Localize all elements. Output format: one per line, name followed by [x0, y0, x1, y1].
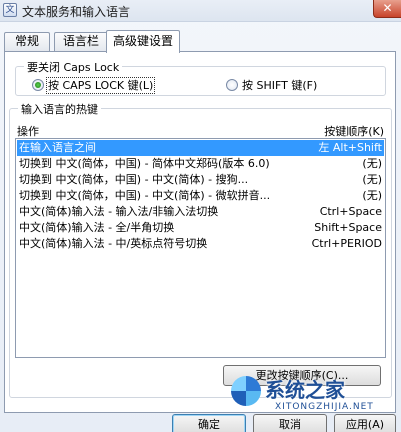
list-item[interactable]: 在输入语言之间 左 Alt+Shift [17, 140, 384, 156]
tab-panel: 要关闭 Caps Lock 按 CAPS LOCK 键(L) 按 SHIFT 键… [4, 51, 396, 413]
watermark-logo-icon [231, 376, 261, 406]
list-item[interactable]: 中文(简体)输入法 - 全/半角切换 Shift+Space [17, 220, 384, 236]
app-icon: 文 [3, 3, 17, 17]
row-keys: (无) [362, 157, 382, 170]
row-action: 切换到 中文(简体，中国) - 中文(简体) - 搜狗... [19, 173, 249, 186]
row-keys: Ctrl+PERIOD [311, 237, 382, 250]
caps-lock-option[interactable]: 按 CAPS LOCK 键(L) [32, 77, 156, 94]
column-key-sequence: 按键顺序(K) [324, 125, 384, 138]
watermark-text: 系统之家 [265, 378, 345, 402]
list-item[interactable]: 中文(简体)输入法 - 中/英标点符号切换 Ctrl+PERIOD [17, 236, 384, 252]
list-item[interactable]: 切换到 中文(简体，中国) - 中文(简体) - 微软拼音... (无) [17, 188, 384, 204]
row-action: 中文(简体)输入法 - 全/半角切换 [19, 221, 175, 234]
tab-strip: 常规 语言栏 高级键设置 [4, 30, 399, 53]
list-item[interactable]: 切换到 中文(简体，中国) - 简体中文郑码(版本 6.0) (无) [17, 156, 384, 172]
row-action: 在输入语言之间 [19, 141, 96, 154]
shift-key-option[interactable]: 按 SHIFT 键(F) [226, 77, 317, 93]
title-bar[interactable]: 文 文本服务和输入语言 ✕ [0, 0, 401, 22]
row-keys: Shift+Space [314, 221, 382, 234]
row-keys: (无) [362, 189, 382, 202]
row-keys: (无) [362, 173, 382, 186]
caps-lock-legend: 要关闭 Caps Lock [24, 59, 123, 75]
row-keys: Ctrl+Space [319, 205, 382, 218]
tab-language-bar[interactable]: 语言栏 [54, 32, 108, 51]
tab-general[interactable]: 常规 [4, 32, 50, 51]
shift-key-option-label: 按 SHIFT 键(F) [242, 79, 318, 92]
row-action: 中文(简体)输入法 - 中/英标点符号切换 [19, 237, 208, 250]
radio-checked-icon [32, 79, 44, 91]
watermark-subtext: XITONGZHIJIA.NET [275, 402, 374, 412]
row-keys: 左 Alt+Shift [318, 141, 382, 154]
list-item[interactable]: 切换到 中文(简体，中国) - 中文(简体) - 搜狗... (无) [17, 172, 384, 188]
column-action: 操作 [17, 125, 39, 138]
tab-advanced-key-settings[interactable]: 高级键设置 [106, 30, 180, 53]
dialog-window: 文 文本服务和输入语言 ✕ 常规 语言栏 高级键设置 要关闭 Caps Lock… [0, 0, 401, 432]
radio-unchecked-icon [226, 79, 238, 91]
caps-lock-group: 要关闭 Caps Lock 按 CAPS LOCK 键(L) 按 SHIFT 键… [15, 59, 386, 96]
hotkey-list[interactable]: 在输入语言之间 左 Alt+Shift 切换到 中文(简体，中国) - 简体中文… [15, 138, 386, 358]
hotkey-list-header: 操作 按键顺序(K) [15, 123, 386, 138]
close-button[interactable]: ✕ [373, 0, 401, 18]
hotkey-legend: 输入语言的热键 [18, 101, 101, 117]
row-action: 切换到 中文(简体，中国) - 简体中文郑码(版本 6.0) [19, 157, 270, 170]
row-action: 切换到 中文(简体，中国) - 中文(简体) - 微软拼音... [19, 189, 271, 202]
row-action: 中文(简体)输入法 - 输入法/非输入法切换 [19, 205, 219, 218]
window-title: 文本服务和输入语言 [22, 5, 131, 19]
site-watermark: 系统之家 XITONGZHIJIA.NET [231, 374, 401, 422]
caps-lock-option-label: 按 CAPS LOCK 键(L) [45, 77, 156, 94]
list-item[interactable]: 中文(简体)输入法 - 输入法/非输入法切换 Ctrl+Space [17, 204, 384, 220]
